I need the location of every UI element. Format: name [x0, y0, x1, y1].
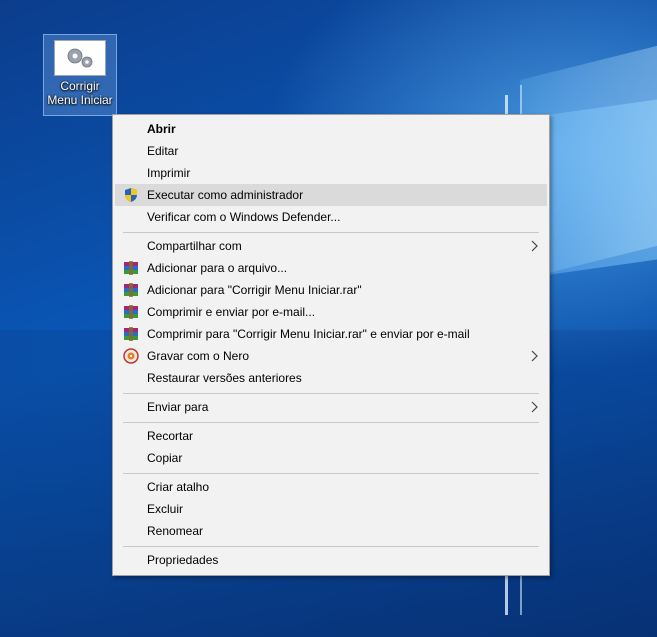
- menu-item-renomear[interactable]: Renomear: [115, 520, 547, 542]
- menu-item-gravar-nero[interactable]: Gravar com o Nero: [115, 345, 547, 367]
- file-thumbnail-icon: [54, 40, 106, 76]
- menu-separator: [123, 473, 539, 474]
- gears-icon: [67, 48, 93, 68]
- desktop-icon-corrigir-menu-iniciar[interactable]: Corrigir Menu Iniciar: [43, 34, 117, 116]
- menu-item-enviar-para[interactable]: Enviar para: [115, 396, 547, 418]
- submenu-arrow-icon: [531, 350, 538, 362]
- icon-label-line1: Corrigir: [60, 79, 100, 93]
- menu-separator: [123, 546, 539, 547]
- menu-item-restaurar-versoes[interactable]: Restaurar versões anteriores: [115, 367, 547, 389]
- desktop-icon-label: Corrigir Menu Iniciar: [44, 79, 116, 107]
- menu-item-abrir[interactable]: Abrir: [115, 118, 547, 140]
- menu-item-adicionar-rar[interactable]: Adicionar para "Corrigir Menu Iniciar.ra…: [115, 279, 547, 301]
- menu-item-editar[interactable]: Editar: [115, 140, 547, 162]
- menu-item-copiar[interactable]: Copiar: [115, 447, 547, 469]
- menu-item-compartilhar-com[interactable]: Compartilhar com: [115, 235, 547, 257]
- context-menu: Abrir Editar Imprimir Executar como admi…: [112, 114, 550, 576]
- menu-item-label: Abrir: [147, 122, 176, 136]
- menu-item-label: Excluir: [147, 502, 184, 516]
- menu-item-label: Compartilhar com: [147, 239, 242, 253]
- menu-item-criar-atalho[interactable]: Criar atalho: [115, 476, 547, 498]
- submenu-arrow-icon: [531, 240, 538, 252]
- winrar-icon: [124, 305, 138, 319]
- menu-separator: [123, 232, 539, 233]
- menu-item-label: Gravar com o Nero: [147, 349, 250, 363]
- menu-item-label: Restaurar versões anteriores: [147, 371, 302, 385]
- menu-item-label: Adicionar para "Corrigir Menu Iniciar.ra…: [147, 283, 362, 297]
- menu-item-imprimir[interactable]: Imprimir: [115, 162, 547, 184]
- icon-label-line2: Menu Iniciar: [47, 93, 113, 107]
- menu-item-adicionar-arquivo[interactable]: Adicionar para o arquivo...: [115, 257, 547, 279]
- menu-item-label: Copiar: [147, 451, 183, 465]
- menu-item-label: Renomear: [147, 524, 204, 538]
- winrar-icon: [124, 283, 138, 297]
- menu-item-label: Recortar: [147, 429, 194, 443]
- menu-item-label: Editar: [147, 144, 179, 158]
- winrar-icon: [124, 261, 138, 275]
- menu-item-label: Executar como administrador: [147, 188, 304, 202]
- uac-shield-icon: [125, 188, 137, 202]
- menu-item-label: Criar atalho: [147, 480, 210, 494]
- menu-item-verificar-windows-defender[interactable]: Verificar com o Windows Defender...: [115, 206, 547, 228]
- menu-item-label: Verificar com o Windows Defender...: [147, 210, 341, 224]
- menu-item-recortar[interactable]: Recortar: [115, 425, 547, 447]
- menu-separator: [123, 393, 539, 394]
- menu-item-propriedades[interactable]: Propriedades: [115, 549, 547, 571]
- menu-item-label: Comprimir e enviar por e-mail...: [147, 305, 316, 319]
- submenu-arrow-icon: [531, 401, 538, 413]
- menu-item-label: Imprimir: [147, 166, 191, 180]
- menu-separator: [123, 422, 539, 423]
- menu-item-label: Adicionar para o arquivo...: [147, 261, 288, 275]
- menu-item-label: Propriedades: [147, 553, 219, 567]
- menu-item-comprimir-rar-enviar-email[interactable]: Comprimir para "Corrigir Menu Iniciar.ra…: [115, 323, 547, 345]
- menu-item-excluir[interactable]: Excluir: [115, 498, 547, 520]
- menu-item-label: Enviar para: [147, 400, 209, 414]
- menu-item-comprimir-enviar-email[interactable]: Comprimir e enviar por e-mail...: [115, 301, 547, 323]
- winrar-icon: [124, 327, 138, 341]
- menu-item-executar-como-administrador[interactable]: Executar como administrador: [115, 184, 547, 206]
- nero-icon: [123, 348, 139, 364]
- menu-item-label: Comprimir para "Corrigir Menu Iniciar.ra…: [147, 327, 470, 341]
